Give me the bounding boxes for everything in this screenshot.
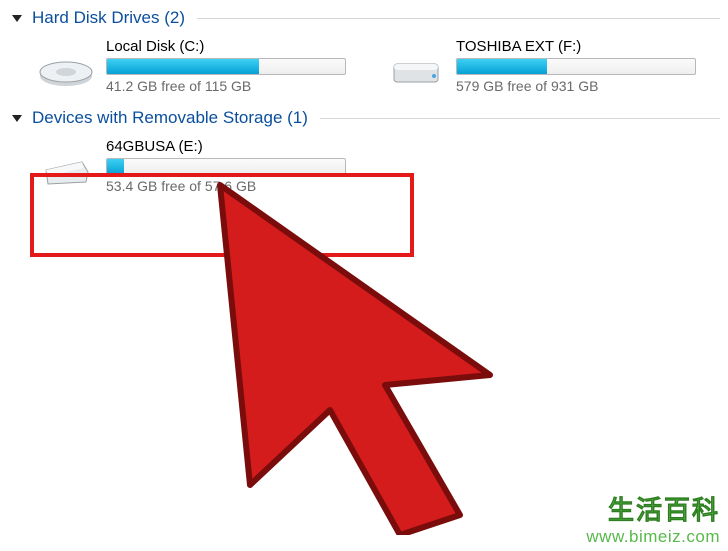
section-title: Hard Disk Drives (2) (32, 8, 185, 28)
section-header-removable[interactable]: Devices with Removable Storage (1) (0, 100, 728, 132)
drive-usage-bar (106, 58, 346, 75)
drive-usage-fill (457, 59, 547, 74)
drive-usage-fill (107, 159, 124, 174)
drive-label: Local Disk (C:) (106, 38, 356, 55)
drive-label: TOSHIBA EXT (F:) (456, 38, 706, 55)
drive-info: Local Disk (C:) 41.2 GB free of 115 GB (106, 38, 356, 94)
section-divider (197, 18, 720, 19)
drive-free-text: 41.2 GB free of 115 GB (106, 78, 356, 94)
drive-info: 64GBUSA (E:) 53.4 GB free of 57.6 GB (106, 138, 356, 194)
removable-row: 64GBUSA (E:) 53.4 GB free of 57.6 GB (0, 132, 728, 200)
drive-64gbusa-e[interactable]: 64GBUSA (E:) 53.4 GB free of 57.6 GB (36, 138, 356, 194)
collapse-triangle-icon (12, 115, 22, 122)
drive-info: TOSHIBA EXT (F:) 579 GB free of 931 GB (456, 38, 706, 94)
watermark-cn: 生活百科 (586, 490, 720, 527)
section-title: Devices with Removable Storage (1) (32, 108, 308, 128)
drive-toshiba-ext-f[interactable]: TOSHIBA EXT (F:) 579 GB free of 931 GB (386, 38, 706, 94)
drive-label: 64GBUSA (E:) (106, 138, 356, 155)
drive-free-text: 579 GB free of 931 GB (456, 78, 706, 94)
collapse-triangle-icon (12, 15, 22, 22)
drive-usage-bar (106, 158, 346, 175)
watermark-url: www.bimeiz.com (586, 527, 720, 547)
section-divider (320, 118, 720, 119)
section-header-hard-disk[interactable]: Hard Disk Drives (2) (0, 0, 728, 32)
removable-drive-icon (36, 142, 96, 190)
drive-free-text: 53.4 GB free of 57.6 GB (106, 178, 356, 194)
hard-drive-icon (36, 42, 96, 90)
drive-usage-fill (107, 59, 259, 74)
drive-usage-bar (456, 58, 696, 75)
external-drive-icon (386, 42, 446, 90)
hard-disk-row: Local Disk (C:) 41.2 GB free of 115 GB T… (0, 32, 728, 100)
watermark: 生活百科 www.bimeiz.com (586, 490, 720, 547)
drive-local-disk-c[interactable]: Local Disk (C:) 41.2 GB free of 115 GB (36, 38, 356, 94)
annotation-cursor-icon (200, 175, 520, 535)
